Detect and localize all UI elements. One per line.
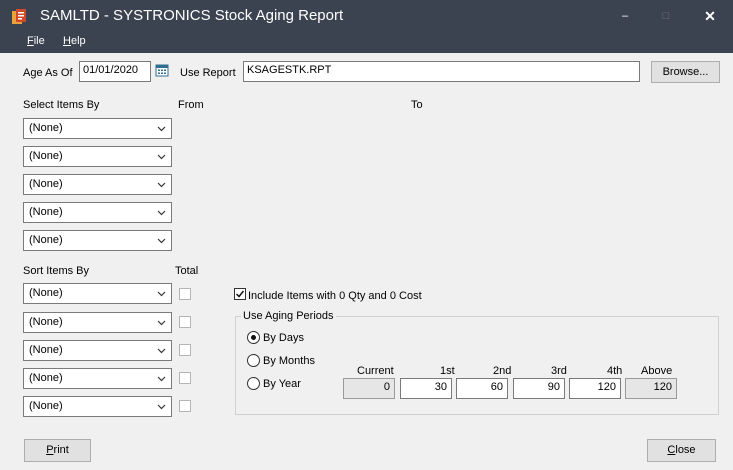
combo-value: (None)	[29, 344, 63, 356]
select-items-by-label: Select Items By	[23, 99, 100, 111]
total-checkbox-1[interactable]	[179, 288, 191, 300]
sort-items-combo-3[interactable]: (None)	[23, 340, 172, 361]
combo-value: (None)	[29, 234, 63, 246]
col-header-2nd: 2nd	[493, 365, 512, 377]
checkmark-icon	[235, 290, 245, 298]
menu-file-label: ile	[33, 35, 45, 47]
app-report-icon	[11, 9, 27, 25]
by-days-label[interactable]: By Days	[263, 332, 304, 344]
include-zero-label[interactable]: Include Items with 0 Qty and 0 Cost	[248, 290, 422, 302]
close-button[interactable]: Close	[647, 439, 716, 462]
window-title: SAMLTD - SYSTRONICS Stock Aging Report	[40, 7, 344, 24]
col-header-3rd: 3rd	[551, 365, 567, 377]
radio-selected-dot	[251, 335, 256, 340]
use-report-input[interactable]: KSAGESTK.RPT	[243, 61, 640, 82]
total-checkbox-4[interactable]	[179, 372, 191, 384]
menu-bar	[0, 33, 733, 53]
menu-help[interactable]: Help	[63, 35, 86, 47]
chevron-down-icon	[157, 182, 166, 188]
by-months-label[interactable]: By Months	[263, 355, 315, 367]
print-button[interactable]: Print	[24, 439, 91, 462]
by-year-radio[interactable]	[247, 377, 260, 390]
aging-periods-group-title: Use Aging Periods	[241, 310, 336, 322]
combo-value: (None)	[29, 316, 63, 328]
select-items-combo-3[interactable]: (None)	[23, 174, 172, 195]
select-items-combo-1[interactable]: (None)	[23, 118, 172, 139]
use-report-label: Use Report	[180, 67, 236, 79]
close-label: lose	[675, 444, 696, 456]
chevron-down-icon	[157, 238, 166, 244]
menu-file[interactable]: File	[27, 35, 45, 47]
combo-value: (None)	[29, 178, 63, 190]
combo-value: (None)	[29, 400, 63, 412]
menu-file-accel: F	[27, 35, 34, 47]
total-label: Total	[175, 265, 199, 277]
total-checkbox-3[interactable]	[179, 344, 191, 356]
chevron-down-icon	[157, 126, 166, 132]
sort-items-by-label: Sort Items By	[23, 265, 90, 277]
total-checkbox-2[interactable]	[179, 316, 191, 328]
chevron-down-icon	[157, 320, 166, 326]
minimize-button[interactable]: –	[605, 0, 645, 33]
combo-value: (None)	[29, 287, 63, 299]
combo-value: (None)	[29, 122, 63, 134]
chevron-down-icon	[157, 154, 166, 160]
aging-3rd-input[interactable]: 90	[513, 378, 565, 399]
by-days-radio[interactable]	[247, 331, 260, 344]
calendar-icon[interactable]	[155, 63, 169, 77]
combo-value: (None)	[29, 206, 63, 218]
col-header-1st: 1st	[440, 365, 455, 377]
age-as-of-label: Age As Of	[23, 67, 73, 79]
close-window-button[interactable]: ✕	[690, 0, 730, 33]
chevron-down-icon	[157, 404, 166, 410]
from-label: From	[178, 99, 204, 111]
by-year-label[interactable]: By Year	[263, 378, 301, 390]
menu-help-accel: H	[63, 35, 71, 47]
sort-items-combo-2[interactable]: (None)	[23, 312, 172, 333]
aging-above-field: 120	[625, 378, 677, 399]
aging-1st-input[interactable]: 30	[400, 378, 452, 399]
col-header-current: Current	[357, 365, 394, 377]
maximize-button[interactable]: □	[646, 0, 686, 33]
to-label: To	[411, 99, 423, 111]
minimize-icon: –	[621, 10, 629, 22]
col-header-4th: 4th	[607, 365, 623, 377]
aging-2nd-input[interactable]: 60	[456, 378, 508, 399]
chevron-down-icon	[157, 210, 166, 216]
close-icon: ✕	[704, 8, 716, 24]
print-label: rint	[53, 444, 69, 456]
chevron-down-icon	[157, 291, 166, 297]
age-as-of-input[interactable]: 01/01/2020	[79, 61, 151, 82]
select-items-combo-2[interactable]: (None)	[23, 146, 172, 167]
aging-current-field: 0	[343, 378, 395, 399]
combo-value: (None)	[29, 372, 63, 384]
col-header-above: Above	[641, 365, 673, 377]
maximize-icon: □	[662, 10, 670, 22]
print-accel: P	[46, 444, 54, 456]
sort-items-combo-5[interactable]: (None)	[23, 396, 172, 417]
combo-value: (None)	[29, 150, 63, 162]
menu-help-label: elp	[70, 35, 86, 47]
sort-items-combo-4[interactable]: (None)	[23, 368, 172, 389]
total-checkbox-5[interactable]	[179, 400, 191, 412]
browse-button[interactable]: Browse...	[651, 61, 720, 83]
include-zero-checkbox[interactable]	[234, 288, 246, 300]
select-items-combo-5[interactable]: (None)	[23, 230, 172, 251]
aging-4th-input[interactable]: 120	[569, 378, 621, 399]
select-items-combo-4[interactable]: (None)	[23, 202, 172, 223]
sort-items-combo-1[interactable]: (None)	[23, 283, 172, 304]
chevron-down-icon	[157, 376, 166, 382]
by-months-radio[interactable]	[247, 354, 260, 367]
chevron-down-icon	[157, 348, 166, 354]
